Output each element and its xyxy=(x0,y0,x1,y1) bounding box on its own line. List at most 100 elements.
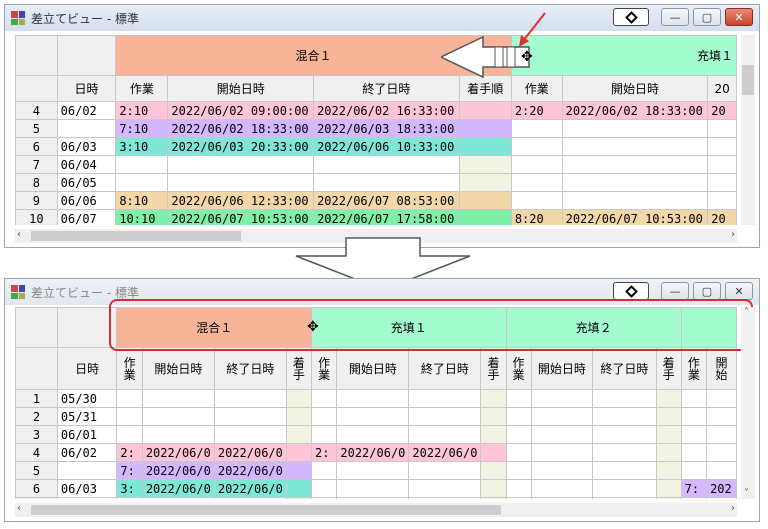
start-cell-2[interactable] xyxy=(561,119,709,138)
end-cell[interactable] xyxy=(313,173,460,192)
grid-cell[interactable]: 3: xyxy=(116,479,143,498)
grid-cell[interactable]: 6 xyxy=(15,479,58,498)
grid-cell[interactable] xyxy=(592,389,657,408)
col-header-end[interactable]: 終了日時 xyxy=(313,75,460,102)
grid-cell[interactable]: 2022/06/0 xyxy=(408,443,482,462)
start-cell-2[interactable] xyxy=(561,137,709,156)
table-row[interactable]: 2 05/31 xyxy=(15,407,737,426)
grid-cell[interactable] xyxy=(655,461,682,480)
task-cell-2[interactable] xyxy=(510,119,563,138)
start-cell[interactable] xyxy=(167,173,315,192)
grid-cell[interactable]: 06/04 xyxy=(56,497,118,499)
scroll-right-icon-2[interactable]: › xyxy=(731,503,735,514)
grid-cell[interactable] xyxy=(141,407,215,426)
grid-cell[interactable]: 2022/06/0 xyxy=(141,443,215,462)
grid-cell[interactable] xyxy=(336,461,410,480)
grid-cell[interactable] xyxy=(706,461,737,480)
start-cell[interactable]: 2022/06/02 09:00:00 xyxy=(167,101,315,120)
grid-cell[interactable]: 2022/06/0 xyxy=(213,479,287,498)
grid-cell[interactable] xyxy=(285,443,312,462)
grid-cell[interactable] xyxy=(141,389,215,408)
grid-cell[interactable]: 05/31 xyxy=(56,407,118,426)
task-cell-2[interactable] xyxy=(510,155,563,174)
table-row[interactable]: 10 06/07 10:10 2022/06/07 10:53:00 2022/06/0… xyxy=(15,209,737,225)
table-row[interactable]: 5 7:10 2022/06/02 18:33:00 2022/06/03 18:33… xyxy=(15,119,737,138)
grid-cell[interactable] xyxy=(706,389,737,408)
scroll-down-icon[interactable]: ˅ xyxy=(744,488,749,499)
grid-cell[interactable] xyxy=(116,497,143,499)
grid-cell[interactable] xyxy=(310,389,338,408)
grid-cell[interactable]: 05/30 xyxy=(56,389,118,408)
date-cell[interactable] xyxy=(56,119,117,138)
table-row[interactable]: 8 06/05 xyxy=(15,173,737,192)
grid-cell[interactable] xyxy=(213,425,287,444)
grid-cell[interactable] xyxy=(530,443,594,462)
grid-cell[interactable] xyxy=(530,497,594,499)
start-cell-2[interactable] xyxy=(561,155,709,174)
grid-cell[interactable] xyxy=(408,479,482,498)
grid-cell[interactable] xyxy=(480,461,507,480)
clip-cell[interactable] xyxy=(707,137,737,156)
horizontal-scrollbar-2[interactable]: ‹ › xyxy=(15,503,737,517)
minimize-button[interactable]: — xyxy=(661,8,689,26)
col-header-clip[interactable]: 20 xyxy=(707,75,737,102)
end-cell[interactable]: 2022/06/06 10:33:00 xyxy=(313,137,460,156)
col-header[interactable]: 着手 xyxy=(480,347,507,390)
clip-cell[interactable] xyxy=(707,119,737,138)
grid-cell[interactable] xyxy=(505,461,532,480)
horizontal-scroll-thumb-2[interactable] xyxy=(31,505,501,515)
grid-cell[interactable] xyxy=(116,425,143,444)
row-number[interactable]: 10 xyxy=(15,209,58,225)
grid-cell[interactable]: 7 xyxy=(15,497,58,499)
table-row[interactable]: 5 7: 2022/06/0 2022/06/0 xyxy=(15,461,737,480)
grid-cell[interactable]: 2022/06/0 xyxy=(141,479,215,498)
grid-cell[interactable] xyxy=(285,461,312,480)
grid-cell[interactable] xyxy=(505,497,532,499)
diamond-button-2[interactable] xyxy=(613,282,649,300)
grid-cell[interactable]: 2022/06/0 xyxy=(213,443,287,462)
diamond-button[interactable] xyxy=(613,8,649,26)
grid-cell[interactable] xyxy=(706,407,737,426)
grid-cell[interactable] xyxy=(530,407,594,426)
task-cell-2[interactable] xyxy=(510,137,563,156)
col-header-order[interactable]: 着手順 xyxy=(458,75,512,102)
grid-cell[interactable] xyxy=(480,425,507,444)
grid-cell[interactable] xyxy=(310,461,338,480)
grid-cell[interactable] xyxy=(141,497,215,499)
order-cell[interactable] xyxy=(458,101,512,120)
grid-cell[interactable]: 2: xyxy=(310,443,338,462)
table-row[interactable]: 4 06/02 2:10 2022/06/02 09:00:00 2022/06/02 … xyxy=(15,101,737,120)
grid-cell[interactable] xyxy=(336,479,410,498)
col-header[interactable]: 終了日時 xyxy=(408,347,482,390)
table-row[interactable]: 706/04 xyxy=(15,155,737,174)
order-cell[interactable] xyxy=(458,191,512,210)
grid-cell[interactable] xyxy=(336,407,410,426)
grid-cell[interactable] xyxy=(680,407,708,426)
grid-cell[interactable]: 2022/06/0 xyxy=(336,443,410,462)
grid-cell[interactable] xyxy=(655,425,682,444)
grid-cell[interactable] xyxy=(480,389,507,408)
col-header-start[interactable]: 開始日時 xyxy=(167,75,315,102)
grid-cell[interactable] xyxy=(530,389,594,408)
col-header-date[interactable]: 日時 xyxy=(56,75,117,102)
row-number[interactable]: 7 xyxy=(15,155,58,174)
table-row[interactable]: 4 06/02 2: 2022/06/0 2022/06/0 2: 2022/06/0 202… xyxy=(15,443,737,462)
start-cell-2[interactable] xyxy=(561,173,709,192)
col-header[interactable]: 開始日時 xyxy=(141,347,215,390)
clip-cell[interactable]: 20 xyxy=(707,209,737,225)
task-cell[interactable]: 7:10 xyxy=(115,119,169,138)
grid-cell[interactable] xyxy=(213,389,287,408)
grid-cell[interactable] xyxy=(505,407,532,426)
grid-cell[interactable] xyxy=(213,497,287,499)
date-cell[interactable]: 06/04 xyxy=(56,155,117,174)
col-header-task[interactable]: 作業 xyxy=(115,75,169,102)
grid-cell[interactable] xyxy=(680,461,708,480)
grid-cell[interactable] xyxy=(530,461,594,480)
grid-cell[interactable] xyxy=(408,425,482,444)
table-row[interactable]: 6 06/03 3:10 2022/06/03 20:33:00 2022/06/06 … xyxy=(15,137,737,156)
grid-cell[interactable]: 202 xyxy=(706,479,737,498)
grid-cell[interactable] xyxy=(592,425,657,444)
order-cell[interactable] xyxy=(458,173,512,192)
grid-cell[interactable] xyxy=(706,497,737,499)
end-cell[interactable]: 2022/06/02 16:33:00 xyxy=(313,101,460,120)
